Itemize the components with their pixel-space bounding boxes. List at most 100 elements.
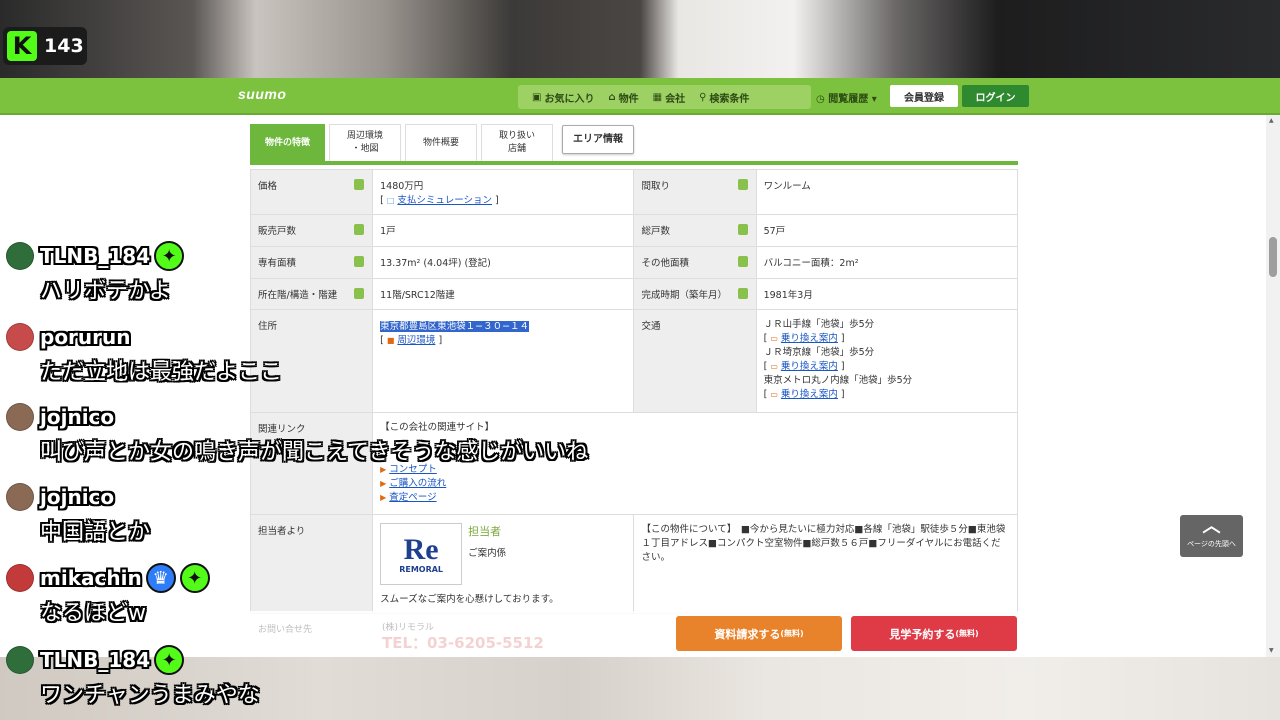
chat-username: porurun bbox=[40, 325, 131, 349]
verified-badge-icon: ✦ bbox=[179, 563, 210, 593]
spec-value-floor: 11階/SRC12階建 bbox=[372, 278, 635, 310]
login-button[interactable]: ログイン bbox=[962, 85, 1029, 107]
spec-label-agent: 担当者より bbox=[249, 514, 374, 614]
chat-message: jojnico 叫び声とか女の鳴き声が聞こえてきそうな感じがいいね bbox=[6, 402, 588, 466]
avatar bbox=[6, 323, 34, 351]
scrollbar-thumb[interactable] bbox=[1269, 237, 1277, 277]
spec-label-units-sale: 販売戸数 bbox=[249, 214, 374, 247]
chat-text: ワンチャンうまみやな bbox=[40, 683, 260, 708]
kick-logo-icon: K bbox=[7, 31, 37, 61]
crown-badge-icon: ♛ bbox=[145, 563, 176, 593]
avatar bbox=[6, 403, 34, 431]
tab-area-info[interactable]: エリア情報 bbox=[562, 125, 634, 154]
chevron-up-icon: ︿ bbox=[1202, 516, 1221, 537]
phone-number: TEL：03-6205-5512 bbox=[382, 634, 544, 652]
avatar bbox=[6, 483, 34, 511]
scroll-down-arrow-icon[interactable]: ▼ bbox=[1269, 647, 1274, 654]
chat-message: porurun ただ立地は最強だよここ bbox=[6, 322, 282, 386]
chat-message: jojnico 中国語とか bbox=[6, 482, 150, 546]
spec-label-transport: 交通 bbox=[633, 309, 757, 413]
transfer-link-3[interactable]: 乗り換え案内 bbox=[781, 389, 838, 400]
spec-value-address: 東京都豊島区東池袋１−３０−１４[ ■ 周辺環境 ] bbox=[372, 309, 635, 413]
chat-username: TLNB_184 bbox=[40, 648, 151, 672]
chat-username: mikachin bbox=[40, 566, 142, 590]
scrollbar[interactable]: ▲ ▼ bbox=[1266, 115, 1280, 657]
avatar bbox=[6, 564, 34, 592]
spec-label-area: 専有面積 bbox=[249, 246, 374, 279]
scroll-up-arrow-icon[interactable]: ▲ bbox=[1269, 117, 1274, 124]
beginner-mark-icon[interactable] bbox=[737, 224, 748, 235]
nav-favorites[interactable]: ▣ お気に入り bbox=[532, 90, 594, 105]
spec-label-floor: 所在階/構造・階建 bbox=[249, 278, 374, 310]
site-header: suumo ▣ お気に入り ⌂ 物件 ▦ 会社 ⚲ 検索条件 ◷ 閲覧履歴 ▾ 会員登録… bbox=[0, 78, 1280, 115]
chat-text: ただ立地は最強だよここ bbox=[40, 360, 283, 385]
spec-value-other-area: バルコニー面積：2m² bbox=[755, 246, 1019, 279]
request-info-button[interactable]: 資料請求する (無料) bbox=[676, 616, 842, 651]
page-top-button[interactable]: ︿ ページの先頭へ bbox=[1180, 515, 1243, 557]
verified-badge-icon: ✦ bbox=[154, 645, 185, 675]
chat-text: ハリボテかよ bbox=[40, 279, 171, 304]
related-link-flow[interactable]: ご購入の流れ bbox=[389, 478, 446, 489]
register-button[interactable]: 会員登録 bbox=[890, 85, 958, 107]
search-icon: ⚲ bbox=[699, 91, 707, 103]
header-nav: ▣ お気に入り ⌂ 物件 ▦ 会社 ⚲ 検索条件 bbox=[518, 85, 811, 109]
viewer-count-badge: K 143 bbox=[3, 27, 87, 65]
clock-icon: ◷ bbox=[816, 94, 829, 105]
spec-value-units-sale: 1戸 bbox=[372, 214, 635, 247]
spec-value-price: 1480万円[ □ 支払シミュレーション ] bbox=[372, 169, 635, 215]
nav-search-conditions[interactable]: ⚲ 検索条件 bbox=[699, 90, 749, 105]
visit-reservation-button[interactable]: 見学予約する (無料) bbox=[851, 616, 1017, 651]
payment-sim-link[interactable]: 支払シミュレーション bbox=[397, 195, 492, 206]
surroundings-link[interactable]: 周辺環境 bbox=[397, 335, 435, 346]
chat-text: 中国語とか bbox=[40, 520, 151, 545]
property-tabs: 物件の特徴 周辺環境 ・地図 物件概要 取り扱い 店舗 エリア情報 bbox=[250, 124, 1018, 165]
beginner-mark-icon[interactable] bbox=[737, 179, 748, 190]
chat-message: TLNB_184 ✦ ハリボテかよ bbox=[6, 241, 185, 305]
chat-text: 叫び声とか女の鳴き声が聞こえてきそうな感じがいいね bbox=[40, 440, 589, 465]
suumo-logo[interactable]: suumo bbox=[238, 86, 286, 102]
beginner-mark-icon[interactable] bbox=[354, 256, 365, 267]
spec-value-layout: ワンルーム bbox=[755, 169, 1019, 215]
property-spec-table: 価格 1480万円[ □ 支払シミュレーション ] 間取り ワンルーム 販売戸数 … bbox=[249, 169, 1019, 614]
beginner-mark-icon[interactable] bbox=[737, 288, 748, 299]
beginner-mark-icon[interactable] bbox=[354, 179, 365, 190]
tab-features[interactable]: 物件の特徴 bbox=[250, 124, 325, 161]
avatar bbox=[6, 242, 34, 270]
spec-label-units-total: 総戸数 bbox=[633, 214, 757, 247]
spec-value-area: 13.37m² (4.04坪) (登記) bbox=[372, 246, 635, 279]
contact-row: お問い合せ先 (株)リモラル TEL：03-6205-5512 bbox=[258, 623, 544, 652]
tab-surroundings[interactable]: 周辺環境 ・地図 bbox=[329, 124, 401, 161]
chat-message: mikachin ♛ ✦ なるほどw bbox=[6, 563, 210, 627]
tab-overview[interactable]: 物件概要 bbox=[405, 124, 477, 161]
building-icon: ▦ bbox=[652, 91, 663, 103]
chat-username: jojnico bbox=[40, 485, 115, 509]
house-icon: ⌂ bbox=[608, 91, 616, 103]
spec-label-built: 完成時期（築年月） bbox=[633, 278, 757, 310]
nav-company[interactable]: ▦ 会社 bbox=[653, 90, 685, 105]
related-link-assessment[interactable]: 査定ページ bbox=[389, 492, 436, 503]
spec-value-agent: Re REMORAL 担当者 ご案内係 スムーズなご案内を心懸けしております。 bbox=[372, 514, 635, 614]
chat-message: TLNB_184 ✦ ワンチャンうまみやな bbox=[6, 645, 260, 709]
spec-value-transport: ＪＲ山手線「池袋」歩5分 [ ▭ 乗り換え案内 ] ＪＲ埼京線「池袋」歩5分 [ … bbox=[755, 309, 1019, 413]
address-text: 東京都豊島区東池袋１−３０−１４ bbox=[380, 321, 530, 332]
verified-badge-icon: ✦ bbox=[154, 241, 185, 271]
remoral-logo: Re REMORAL bbox=[380, 523, 463, 585]
train-icon: ▭ bbox=[770, 390, 778, 399]
beginner-mark-icon[interactable] bbox=[737, 256, 748, 267]
tab-store[interactable]: 取り扱い 店舗 bbox=[481, 124, 553, 161]
spec-label-other-area: その他面積 bbox=[633, 246, 757, 279]
viewer-count: 143 bbox=[44, 35, 84, 57]
train-icon: ▭ bbox=[770, 362, 778, 371]
map-bullet-icon: ■ bbox=[386, 336, 395, 345]
spec-value-built: 1981年3月 bbox=[755, 278, 1019, 310]
avatar bbox=[6, 646, 34, 674]
spec-label-price: 価格 bbox=[249, 169, 374, 215]
nav-property[interactable]: ⌂ 物件 bbox=[608, 90, 638, 105]
beginner-mark-icon[interactable] bbox=[354, 288, 365, 299]
chat-username: TLNB_184 bbox=[40, 244, 151, 268]
transfer-link-2[interactable]: 乗り換え案内 bbox=[781, 361, 838, 372]
history-dropdown[interactable]: ◷ 閲覧履歴 ▾ bbox=[816, 90, 877, 105]
heart-folder-icon: ▣ bbox=[532, 91, 542, 103]
beginner-mark-icon[interactable] bbox=[354, 224, 365, 235]
transfer-link-1[interactable]: 乗り換え案内 bbox=[781, 333, 838, 344]
